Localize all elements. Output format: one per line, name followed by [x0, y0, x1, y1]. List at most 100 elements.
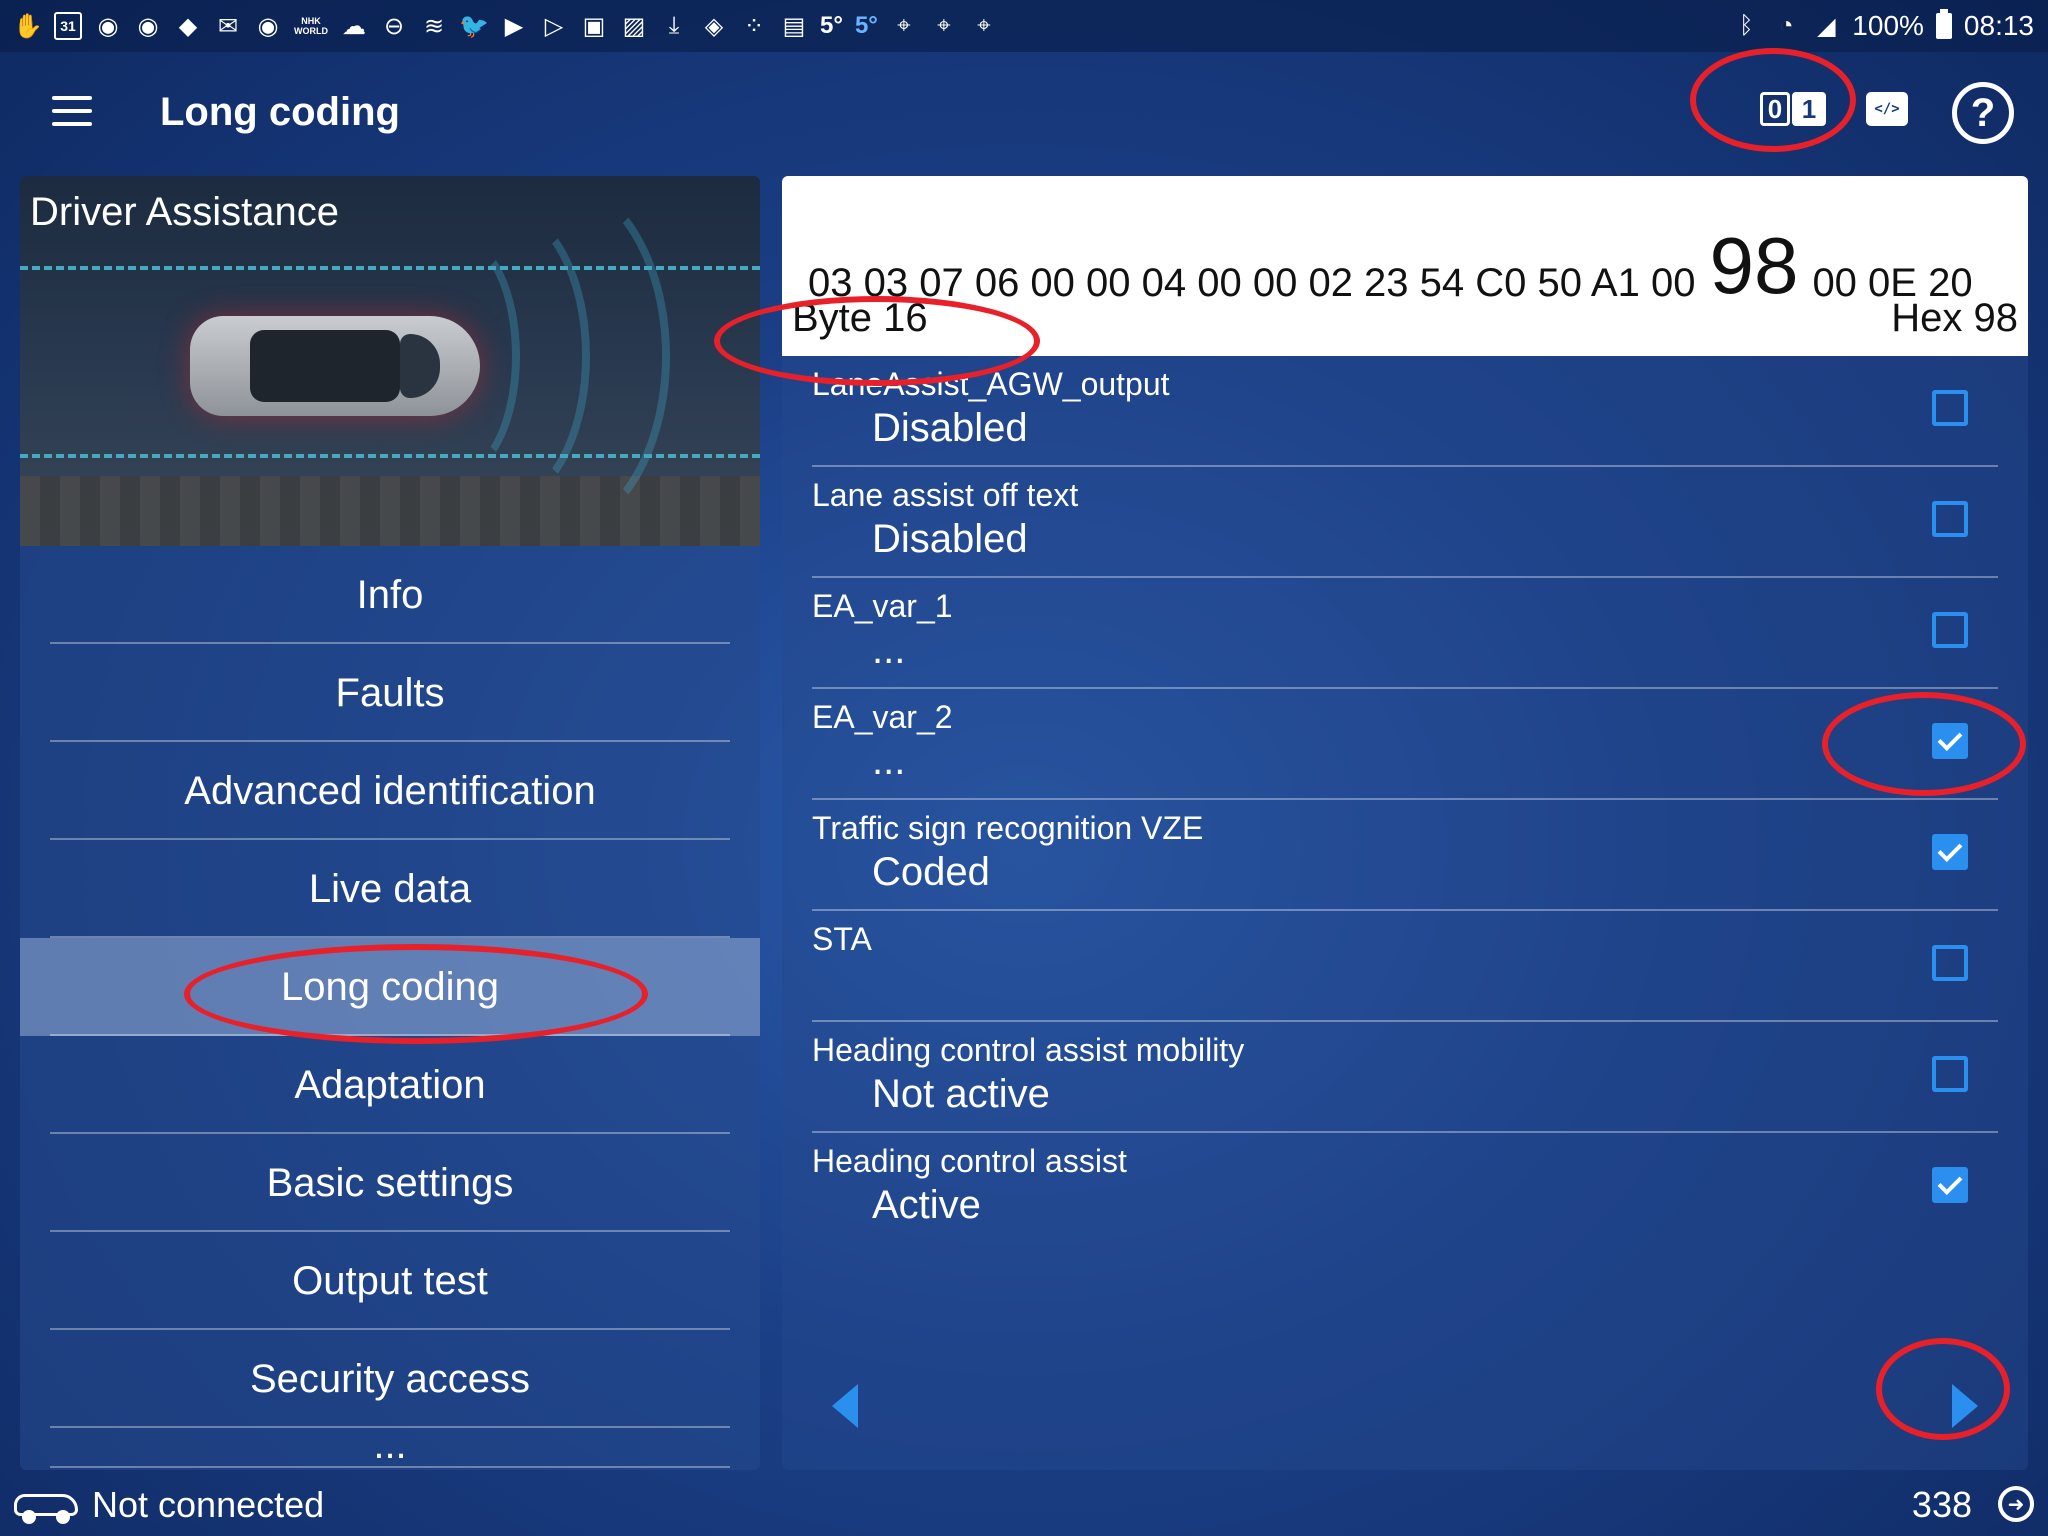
- nav-item-basic-settings[interactable]: Basic settings: [20, 1134, 760, 1232]
- setting-row[interactable]: Lane assist off text Disabled: [812, 467, 1998, 578]
- battery-percent: 100%: [1852, 10, 1924, 41]
- hex-selected-byte[interactable]: 98: [1709, 226, 1798, 306]
- binary-zero: 0: [1760, 92, 1790, 126]
- module-image: Driver Assistance: [20, 176, 760, 546]
- setting-name: Heading control assist: [812, 1143, 1127, 1179]
- setting-row[interactable]: Heading control assist Active: [812, 1133, 1998, 1244]
- sim-icon: ▤: [782, 12, 806, 40]
- bluetooth-icon: ᛒ: [1739, 12, 1754, 39]
- setting-checkbox[interactable]: [1932, 723, 1968, 759]
- module-panel: Driver Assistance Info Faults Advanced i…: [20, 176, 760, 1470]
- nav-item-long-coding[interactable]: Long coding: [20, 938, 760, 1036]
- diamond-icon: ◆: [178, 12, 198, 40]
- road-curb: [20, 476, 760, 546]
- setting-value: Disabled: [872, 406, 1028, 450]
- dots-icon: ⁘: [743, 12, 765, 40]
- setting-value: ...: [872, 628, 906, 672]
- page-title: Long coding: [160, 90, 400, 134]
- setting-row[interactable]: EA_var_2 ...: [812, 689, 1998, 800]
- minus-circle-icon: ⊖: [383, 12, 405, 40]
- setting-name: EA_var_1: [812, 588, 953, 624]
- setting-value: Not active: [872, 1072, 1050, 1116]
- car-icon: [14, 1488, 78, 1524]
- setting-name: STA: [812, 921, 872, 957]
- car-illustration: [190, 304, 490, 424]
- hex-bytes: 03 03 07 06 00 00 04 00 00 02 23 54 C0 5…: [808, 226, 1973, 306]
- setting-checkbox[interactable]: [1932, 612, 1968, 648]
- clock: 08:13: [1963, 10, 2034, 41]
- hex-value-label: Hex 98: [1891, 296, 2018, 340]
- byte-index-label: Byte 16: [792, 296, 928, 340]
- setting-value: Disabled: [872, 517, 1028, 561]
- setting-checkbox[interactable]: [1932, 834, 1968, 870]
- setting-value: Active: [872, 1183, 981, 1227]
- module-nav: Info Faults Advanced identification Live…: [20, 546, 760, 1468]
- footer: Not connected 338 ➜: [0, 1470, 2048, 1536]
- cloud-icon: ☁: [342, 12, 366, 40]
- connection-status: Not connected: [92, 1484, 325, 1525]
- setting-value: Coded: [872, 850, 990, 894]
- hex-bytes-before: 03 03 07 06 00 00 04 00 00 02 23 54 C0 5…: [808, 261, 1696, 305]
- temperature-2: 5°: [854, 12, 878, 39]
- setting-row[interactable]: Heading control assist mobility Not acti…: [812, 1022, 1998, 1133]
- g-icon: ◉: [137, 12, 159, 40]
- next-byte-arrow-icon[interactable]: [1952, 1384, 1978, 1428]
- setting-name: EA_var_2: [812, 699, 953, 735]
- nav-item-security-access[interactable]: Security access: [20, 1330, 760, 1428]
- setting-checkbox[interactable]: [1932, 501, 1968, 537]
- twitter-icon: 🐦: [459, 12, 489, 40]
- map-pin-icon: ⌖: [977, 12, 991, 39]
- exit-icon[interactable]: ➜: [1998, 1486, 2034, 1522]
- nav-item-advanced-identification[interactable]: Advanced identification: [20, 742, 760, 840]
- hex-header: 03 03 07 06 00 00 04 00 00 02 23 54 C0 5…: [782, 176, 2028, 356]
- nav-item-more[interactable]: ...: [20, 1428, 760, 1468]
- nhk-icon: NHK WORLD: [294, 16, 328, 36]
- setting-value: ...: [872, 739, 906, 783]
- g-icon: ◉: [257, 12, 279, 40]
- hand-icon: ✋: [13, 12, 43, 40]
- setting-name: Traffic sign recognition VZE: [812, 810, 1204, 846]
- wifi-icon: ◔: [1779, 12, 1794, 39]
- nav-item-output-test[interactable]: Output test: [20, 1232, 760, 1330]
- nav-item-adaptation[interactable]: Adaptation: [20, 1036, 760, 1134]
- youtube-icon: ▶: [504, 12, 524, 40]
- download-icon: ⤓: [668, 12, 680, 39]
- nav-item-live-data[interactable]: Live data: [20, 840, 760, 938]
- setting-row[interactable]: STA: [812, 911, 1998, 1022]
- flipboard-icon: ▣: [582, 12, 606, 40]
- setting-name: Heading control assist mobility: [812, 1032, 1245, 1068]
- coding-settings-list: LaneAssist_AGW_output Disabled Lane assi…: [812, 356, 1998, 1244]
- setting-name: Lane assist off text: [812, 477, 1079, 513]
- signal-icon: ◢: [1817, 12, 1836, 40]
- calendar-icon: 31: [54, 12, 82, 40]
- counter-value: 338: [1911, 1484, 1972, 1525]
- map-pin-icon: ⌖: [937, 12, 951, 39]
- play-icon: ▷: [544, 12, 564, 40]
- setting-checkbox[interactable]: [1932, 945, 1968, 981]
- previous-byte-arrow-icon[interactable]: [832, 1384, 858, 1428]
- setting-checkbox[interactable]: [1932, 390, 1968, 426]
- status-bar: ✋ 31 ◉ ◉ ◆ ✉ ◉ NHK WORLD ☁ ⊖ ≋ 🐦 ▶ ▷ ▣ ▨…: [0, 0, 2048, 52]
- app-bar: Long coding 0 1 </> ?: [0, 52, 2048, 178]
- temperature-1: 5°: [820, 12, 843, 39]
- setting-name: LaneAssist_AGW_output: [812, 366, 1170, 402]
- setting-checkbox[interactable]: [1932, 1167, 1968, 1203]
- nav-item-info[interactable]: Info: [20, 546, 760, 644]
- map-pin-icon: ⌖: [897, 12, 911, 39]
- menu-icon[interactable]: [52, 96, 92, 126]
- nav-item-faults[interactable]: Faults: [20, 644, 760, 742]
- setting-row[interactable]: Traffic sign recognition VZE Coded: [812, 800, 1998, 911]
- code-view-button[interactable]: </>: [1866, 92, 1908, 126]
- module-title: Driver Assistance: [30, 190, 339, 234]
- g-icon: ◉: [97, 12, 119, 40]
- image-icon: ▨: [622, 12, 646, 40]
- coding-panel: 03 03 07 06 00 00 04 00 00 02 23 54 C0 5…: [782, 176, 2028, 1470]
- battery-icon: [1935, 9, 1952, 39]
- setting-row[interactable]: LaneAssist_AGW_output Disabled: [812, 356, 1998, 467]
- setting-row[interactable]: EA_var_1 ...: [812, 578, 1998, 689]
- help-button[interactable]: ?: [1952, 82, 2014, 144]
- binary-one: 1: [1792, 92, 1826, 126]
- wind-icon: ≋: [423, 12, 445, 40]
- binary-view-button[interactable]: 0 1: [1760, 92, 1826, 128]
- setting-checkbox[interactable]: [1932, 1056, 1968, 1092]
